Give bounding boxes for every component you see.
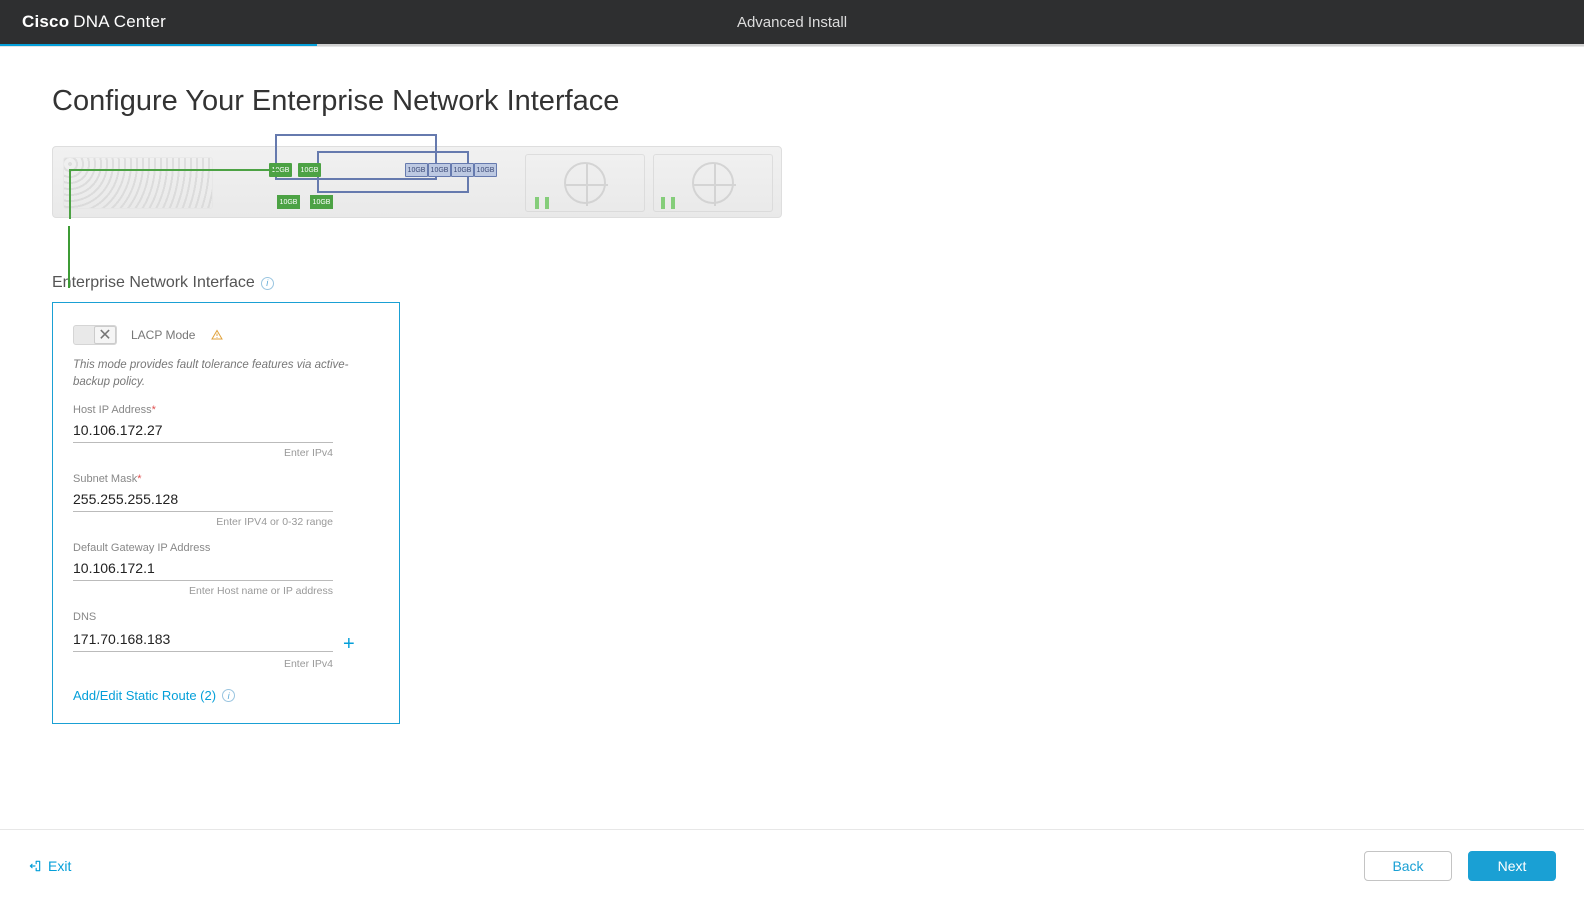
- subnet-input[interactable]: [73, 488, 333, 512]
- port-10gb-blue[interactable]: 10GB: [428, 163, 451, 177]
- required-mark: *: [152, 404, 156, 416]
- gateway-input[interactable]: [73, 557, 333, 581]
- app-header: CiscoDNA Center Advanced Install: [0, 0, 1584, 44]
- warning-icon: [211, 329, 223, 341]
- field-label: Subnet Mask*: [73, 473, 333, 485]
- info-icon: i: [222, 689, 235, 702]
- field-label: Host IP Address*: [73, 404, 333, 416]
- field-hint: Enter IPv4: [73, 447, 333, 459]
- appliance-diagram: 10GB 10GB 10GB 10GB 10GB 10GB 10GB 10GB: [52, 146, 782, 218]
- fan-icon: [692, 162, 734, 204]
- static-route-link[interactable]: Add/Edit Static Route (2) i: [73, 688, 379, 703]
- connector-line-v-top: [69, 169, 71, 219]
- host-ip-input[interactable]: [73, 419, 333, 443]
- lacp-toggle-row: ✕ LACP Mode: [73, 325, 379, 345]
- port-10gb-blue[interactable]: 10GB: [474, 163, 497, 177]
- header-center-title: Advanced Install: [737, 14, 847, 31]
- port-group-top-blue: 10GB 10GB 10GB 10GB: [403, 161, 499, 179]
- info-icon[interactable]: i: [261, 277, 274, 290]
- interface-card: ✕ LACP Mode This mode provides fault tol…: [52, 302, 400, 724]
- brand-bold: Cisco: [22, 12, 69, 31]
- field-dns: DNS + Enter IPv4: [73, 611, 373, 670]
- footer-buttons: Back Next: [1364, 851, 1556, 881]
- psu-1: [525, 154, 645, 212]
- label-text: Default Gateway IP Address: [73, 542, 210, 554]
- next-button[interactable]: Next: [1468, 851, 1556, 881]
- field-hint: Enter IPv4: [73, 658, 333, 670]
- label-text: Host IP Address: [73, 404, 152, 416]
- exit-link[interactable]: Exit: [28, 858, 71, 874]
- field-label: DNS: [73, 611, 373, 623]
- vent-panel: [63, 157, 213, 209]
- close-icon: ✕: [98, 325, 111, 345]
- lacp-label: LACP Mode: [131, 328, 195, 342]
- psu-2: [653, 154, 773, 212]
- field-subnet: Subnet Mask* Enter IPV4 or 0-32 range: [73, 473, 333, 528]
- field-label: Default Gateway IP Address: [73, 542, 333, 554]
- connector-line-h: [69, 169, 279, 171]
- dns-input[interactable]: [73, 628, 333, 652]
- label-text: Subnet Mask: [73, 473, 137, 485]
- port-10gb-green[interactable]: 10GB: [298, 163, 321, 177]
- progress-fill: [0, 44, 317, 46]
- main-content: Configure Your Enterprise Network Interf…: [0, 47, 1584, 724]
- exit-text: Exit: [48, 858, 71, 874]
- page-title: Configure Your Enterprise Network Interf…: [52, 85, 1532, 118]
- port-10gb-blue[interactable]: 10GB: [451, 163, 474, 177]
- brand: CiscoDNA Center: [22, 12, 166, 32]
- field-hint: Enter Host name or IP address: [73, 585, 333, 597]
- fan-icon: [564, 162, 606, 204]
- port-group-bottom-green: 10GB 10GB: [277, 195, 333, 209]
- mode-description: This mode provides fault tolerance featu…: [73, 357, 379, 390]
- connector-line-v: [68, 226, 70, 288]
- port-10gb-green[interactable]: 10GB: [310, 195, 333, 209]
- field-hint: Enter IPV4 or 0-32 range: [73, 516, 333, 528]
- port-10gb-blue[interactable]: 10GB: [405, 163, 428, 177]
- field-gateway: Default Gateway IP Address Enter Host na…: [73, 542, 333, 597]
- toggle-knob: ✕: [94, 326, 116, 344]
- add-dns-button[interactable]: +: [343, 634, 355, 654]
- section-label-text: Enterprise Network Interface: [52, 274, 255, 292]
- lacp-toggle[interactable]: ✕: [73, 325, 117, 345]
- static-route-text: Add/Edit Static Route (2): [73, 688, 216, 703]
- footer-bar: Exit Back Next: [0, 829, 1584, 901]
- section-label: Enterprise Network Interface i: [52, 274, 1532, 292]
- field-host-ip: Host IP Address* Enter IPv4: [73, 404, 333, 459]
- brand-light: DNA Center: [73, 12, 166, 31]
- back-button[interactable]: Back: [1364, 851, 1452, 881]
- required-mark: *: [137, 473, 141, 485]
- port-10gb-green[interactable]: 10GB: [277, 195, 300, 209]
- exit-icon: [28, 859, 42, 873]
